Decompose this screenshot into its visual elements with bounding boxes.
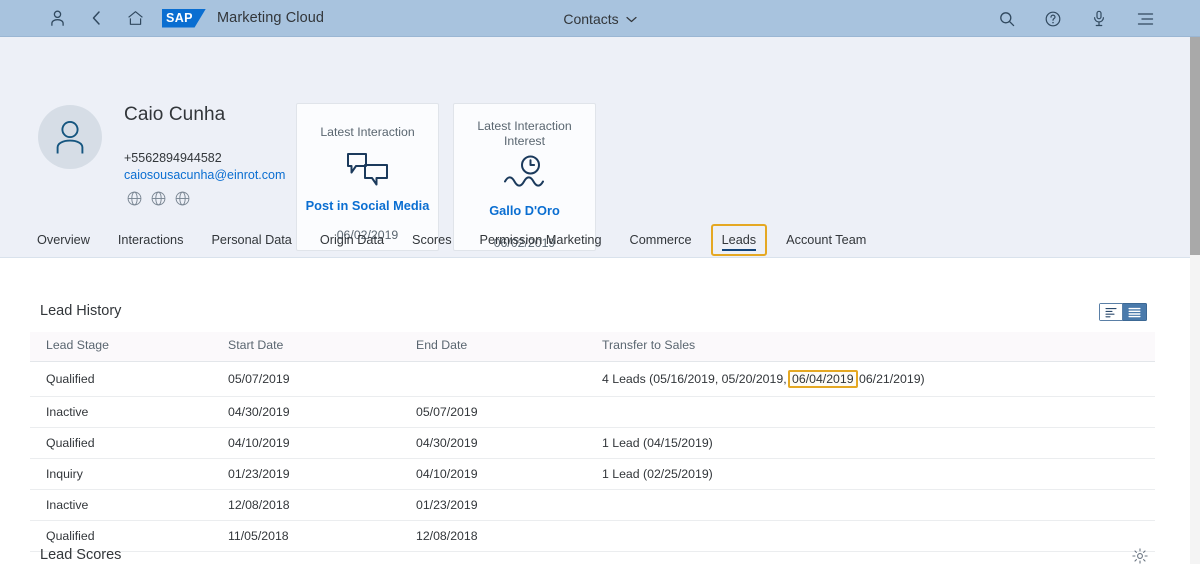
cell-end-date: 04/30/2019: [400, 427, 586, 459]
transfer-suffix: 06/21/2019): [855, 372, 925, 386]
lead-scores-title: Lead Scores: [40, 547, 122, 563]
tab-personal-data[interactable]: Personal Data: [211, 222, 291, 257]
product-title: Marketing Cloud: [217, 10, 325, 26]
chevron-down-icon: [626, 10, 637, 28]
sap-logo[interactable]: SAP: [162, 8, 206, 28]
globe-icon[interactable]: [151, 191, 166, 206]
tab-label: Permission Marketing: [479, 232, 602, 247]
tab-label: Account Team: [786, 232, 867, 247]
user-icon[interactable]: [42, 3, 72, 33]
speech-bubbles-icon: [345, 150, 391, 192]
cell-lead-stage: Qualified: [30, 427, 212, 459]
lead-history-table: Lead Stage Start Date End Date Transfer …: [30, 332, 1155, 552]
tab-label: Personal Data: [211, 232, 292, 247]
app-root: SAP Marketing Cloud Contacts Caio Cunha …: [0, 0, 1200, 564]
tab-label: Scores: [412, 232, 452, 247]
contact-phone: +5562894944582: [124, 151, 222, 165]
cell-lead-stage: Inquiry: [30, 458, 212, 490]
sap-logo-text: SAP: [166, 11, 193, 25]
search-icon[interactable]: [992, 4, 1022, 34]
card-value: Post in Social Media: [305, 198, 430, 214]
avatar: [38, 105, 102, 169]
tab-label: Leads: [721, 232, 757, 247]
cell-end-date: 04/10/2019: [400, 458, 586, 490]
cell-start-date: 05/07/2019: [212, 361, 400, 397]
table-row[interactable]: Qualified 05/07/2019 4 Leads (05/16/2019…: [30, 361, 1155, 397]
tab-overview[interactable]: Overview: [37, 222, 90, 257]
card-label: Latest Interaction Interest: [477, 119, 572, 149]
app-title-dropdown[interactable]: Contacts: [563, 10, 637, 28]
tab-label: Origin Data: [319, 232, 385, 247]
card-value: Gallo D'Oro: [489, 203, 560, 218]
cell-start-date: 11/05/2018: [212, 520, 400, 552]
home-icon[interactable]: [120, 3, 150, 33]
cell-start-date: 12/08/2018: [212, 489, 400, 521]
column-header-transfer-to-sales[interactable]: Transfer to Sales: [586, 332, 1155, 362]
shell-bar-right: [992, 0, 1160, 37]
shell-bar-left: SAP Marketing Cloud: [0, 3, 324, 33]
cell-start-date: 04/30/2019: [212, 396, 400, 428]
column-header-lead-stage[interactable]: Lead Stage: [30, 332, 212, 362]
table-row[interactable]: Inactive 12/08/2018 01/23/2019: [30, 489, 1155, 521]
object-page-tabs: Overview Interactions Personal Data Orig…: [0, 222, 1190, 257]
list-view-button[interactable]: [1123, 303, 1147, 321]
cell-start-date: 04/10/2019: [212, 427, 400, 459]
app-title: Contacts: [563, 10, 619, 27]
cell-end-date: 05/07/2019: [400, 396, 586, 428]
cell-lead-stage: Qualified: [30, 361, 212, 397]
clock-trend-icon: [501, 154, 549, 192]
cell-transfer-to-sales: [586, 489, 1155, 521]
contact-email-link[interactable]: caiosousacunha@einrot.com: [124, 168, 285, 182]
lead-history-title: Lead History: [40, 303, 122, 319]
menu-icon[interactable]: [1130, 4, 1160, 34]
page-scrollbar-thumb[interactable]: [1190, 37, 1200, 255]
cell-transfer-to-sales: 4 Leads (05/16/2019, 05/20/2019, 06/04/2…: [586, 361, 1155, 397]
cell-end-date: 01/23/2019: [400, 489, 586, 521]
cell-transfer-to-sales: 1 Lead (04/15/2019): [586, 427, 1155, 459]
gear-icon[interactable]: [1131, 547, 1148, 564]
column-header-start-date[interactable]: Start Date: [212, 332, 400, 362]
cell-transfer-to-sales: [586, 396, 1155, 428]
table-row[interactable]: Qualified 04/10/2019 04/30/2019 1 Lead (…: [30, 427, 1155, 459]
table-row[interactable]: Inactive 04/30/2019 05/07/2019: [30, 396, 1155, 428]
card-label: Latest Interaction: [320, 125, 415, 139]
table-header-row: Lead Stage Start Date End Date Transfer …: [30, 332, 1155, 362]
table-row[interactable]: Qualified 11/05/2018 12/08/2018: [30, 520, 1155, 552]
transfer-prefix: 4 Leads (05/16/2019, 05/20/2019,: [602, 372, 791, 386]
microphone-icon[interactable]: [1084, 4, 1114, 34]
tab-interactions[interactable]: Interactions: [118, 222, 184, 257]
shell-bar: SAP Marketing Cloud Contacts: [0, 0, 1200, 37]
cell-lead-stage: Inactive: [30, 489, 212, 521]
help-icon[interactable]: [1038, 4, 1068, 34]
cell-transfer-to-sales: [586, 520, 1155, 552]
tab-label: Interactions: [117, 232, 184, 247]
tab-account-team[interactable]: Account Team: [786, 222, 866, 257]
cell-end-date: [400, 361, 586, 397]
back-chevron-left-icon[interactable]: [81, 3, 111, 33]
cell-transfer-to-sales: 1 Lead (02/25/2019): [586, 458, 1155, 490]
tab-commerce[interactable]: Commerce: [630, 222, 692, 257]
column-header-end-date[interactable]: End Date: [400, 332, 586, 362]
tab-label: Overview: [37, 232, 90, 247]
globe-icon[interactable]: [127, 191, 142, 206]
globe-icon[interactable]: [175, 191, 190, 206]
chart-view-button[interactable]: [1099, 303, 1123, 321]
tab-origin-data[interactable]: Origin Data: [320, 222, 384, 257]
tab-leads[interactable]: Leads: [710, 223, 768, 256]
cell-start-date: 01/23/2019: [212, 458, 400, 490]
tab-label: Commerce: [629, 232, 692, 247]
social-links: [127, 191, 190, 206]
cell-end-date: 12/08/2018: [400, 520, 586, 552]
contact-name: Caio Cunha: [124, 104, 226, 125]
table-row[interactable]: Inquiry 01/23/2019 04/10/2019 1 Lead (02…: [30, 458, 1155, 490]
highlighted-transfer-date[interactable]: 06/04/2019: [788, 370, 858, 388]
tab-permission-marketing[interactable]: Permission Marketing: [480, 222, 602, 257]
tab-scores[interactable]: Scores: [412, 222, 452, 257]
cell-lead-stage: Inactive: [30, 396, 212, 428]
view-toggle-group: [1099, 303, 1147, 321]
